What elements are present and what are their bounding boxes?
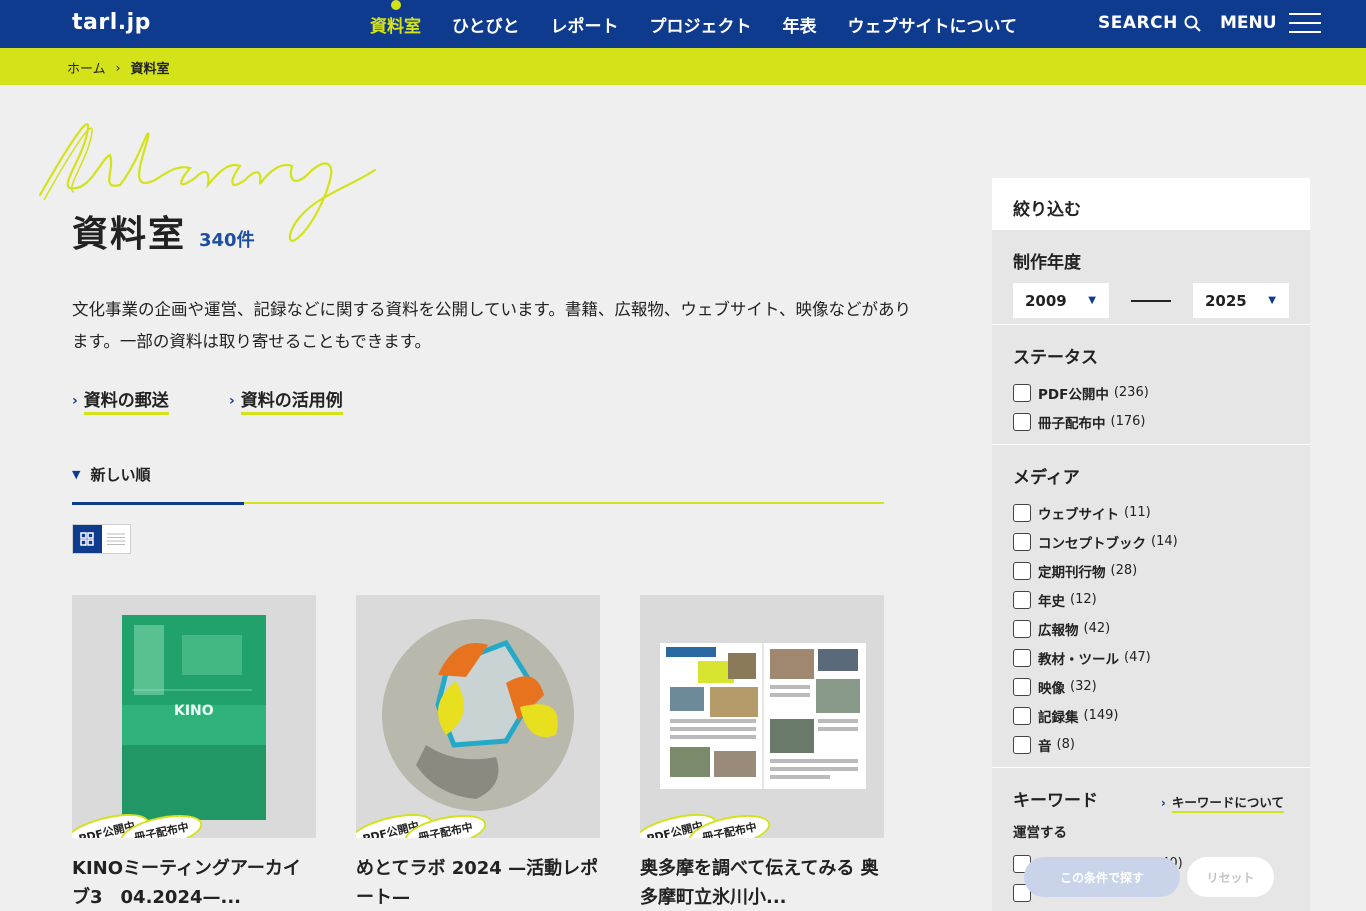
keyword-group-label: 運営する [1013, 825, 1067, 841]
view-toggle [72, 524, 131, 554]
kino-cover-image: KINO [122, 615, 266, 820]
menu-button[interactable]: MENU [1220, 13, 1321, 33]
filter-media-title: メディア [1013, 468, 1080, 488]
sort-dropdown[interactable]: ▼ 新しい順 [72, 464, 150, 485]
media-option[interactable]: コンセプトブック (14) [1013, 527, 1310, 556]
filter-panel: 絞り込む 制作年度 2009 ▼ 2025 ▼ ステータス PDF公開中 (23… [992, 178, 1310, 911]
media-option[interactable]: 定期刊行物 (28) [1013, 556, 1310, 585]
sort-divider-accent [72, 502, 244, 505]
main-nav: 資料室 ひとびと レポート プロジェクト 年表 ウェブサイトについて [370, 0, 1048, 48]
keyword-about-link[interactable]: › キーワードについて [1161, 792, 1284, 813]
filter-status-section: ステータス PDF公開中 (236) 冊子配布中 (176) [992, 324, 1310, 444]
card-thumbnail: PDF公開中 冊子配布中 [640, 595, 884, 838]
search-icon [1184, 15, 1201, 32]
media-option[interactable]: 広報物 (42) [1013, 614, 1310, 643]
link-use-cases[interactable]: › 資料の活用例 [229, 386, 343, 415]
year-from-value: 2009 [1025, 291, 1067, 310]
filter-media-section: メディア ウェブサイト (11) コンセプトブック (14) 定期刊行物 (28) 年… [992, 444, 1310, 767]
year-range-dash [1131, 299, 1171, 302]
nav-item-project[interactable]: プロジェクト [650, 12, 752, 37]
checkbox[interactable] [1013, 677, 1031, 696]
reset-filter-button[interactable]: リセット [1187, 857, 1274, 897]
card-thumbnail: PDF公開中 冊子配布中 [356, 595, 600, 838]
chevron-down-icon: ▼ [1088, 295, 1096, 306]
search-button[interactable]: SEARCH [1098, 13, 1201, 33]
nav-item-library[interactable]: 資料室 [370, 0, 421, 37]
search-label: SEARCH [1098, 13, 1178, 33]
top-navigation-bar: tarl.jp 資料室 ひとびと レポート プロジェクト 年表 ウェブサイトにつ… [0, 0, 1366, 48]
checkbox[interactable] [1013, 532, 1031, 551]
status-option-booklet[interactable]: 冊子配布中 (176) [1013, 407, 1310, 436]
year-to-value: 2025 [1205, 291, 1247, 310]
media-option[interactable]: ウェブサイト (11) [1013, 498, 1310, 527]
menu-label: MENU [1220, 13, 1277, 33]
nav-item-chronology[interactable]: 年表 [783, 12, 817, 37]
media-option[interactable]: 音 (8) [1013, 730, 1310, 759]
chevron-down-icon: ▼ [72, 468, 81, 481]
resource-card[interactable]: PDF公開中 冊子配布中 奥多摩を調べて伝えてみる 奥多摩町立氷川小... [640, 595, 884, 911]
hamburger-icon [1288, 13, 1321, 33]
media-option[interactable]: 年史 (12) [1013, 585, 1310, 614]
year-from-select[interactable]: 2009 ▼ [1013, 283, 1109, 318]
year-to-select[interactable]: 2025 ▼ [1193, 283, 1289, 318]
intro-text: 文化事業の企画や運営、記録などに関する資料を公開しています。書籍、広報物、ウェブ… [72, 300, 912, 351]
chevron-right-icon: › [115, 60, 121, 75]
metote-lab-cover-image [382, 619, 574, 811]
chevron-right-icon: › [72, 392, 78, 409]
checkbox[interactable] [1013, 561, 1031, 580]
nav-item-about[interactable]: ウェブサイトについて [848, 12, 1018, 37]
filter-status-title: ステータス [1013, 348, 1098, 368]
list-icon [106, 533, 125, 545]
card-title: KINOミーティングアーカイブ3 04.2024—... [72, 858, 301, 908]
grid-icon [80, 532, 94, 546]
active-indicator-dot [390, 0, 401, 10]
media-option[interactable]: 教材・ツール (47) [1013, 643, 1310, 672]
card-thumbnail: KINO PDF公開中 冊子配布中 [72, 595, 316, 838]
resource-card[interactable]: KINO PDF公開中 冊子配布中 KINOミーティングアーカイブ3 04.20… [72, 595, 316, 911]
link-use-cases-label: 資料の活用例 [240, 386, 343, 415]
breadcrumb-home[interactable]: ホーム [67, 58, 106, 77]
nav-item-people[interactable]: ひとびと [452, 12, 520, 37]
filter-year-title: 制作年度 [1013, 253, 1081, 273]
page-title: 資料室 [72, 214, 187, 255]
chevron-right-icon: › [229, 392, 235, 409]
card-title: めとてラボ 2024 —活動レポート— [356, 858, 599, 908]
list-view-button[interactable] [102, 525, 131, 553]
checkbox[interactable] [1013, 383, 1031, 402]
okutama-cover-image [660, 643, 866, 789]
media-option[interactable]: 映像 (32) [1013, 672, 1310, 701]
site-logo[interactable]: tarl.jp [72, 10, 151, 35]
nav-item-report[interactable]: レポート [551, 12, 619, 37]
chevron-right-icon: › [1160, 795, 1166, 810]
chevron-down-icon: ▼ [1268, 295, 1276, 306]
card-title: 奥多摩を調べて伝えてみる 奥多摩町立氷川小... [640, 858, 879, 908]
resource-card[interactable]: PDF公開中 冊子配布中 めとてラボ 2024 —活動レポート— [356, 595, 600, 911]
breadcrumb-current: 資料室 [130, 62, 170, 77]
checkbox[interactable] [1013, 706, 1031, 725]
checkbox[interactable] [1013, 735, 1031, 754]
filter-year-section: 制作年度 2009 ▼ 2025 ▼ [992, 229, 1310, 324]
checkbox[interactable] [1013, 648, 1031, 667]
nav-item-label: 資料室 [370, 16, 421, 37]
link-mailing[interactable]: › 資料の郵送 [72, 386, 169, 415]
grid-view-button[interactable] [73, 525, 102, 553]
breadcrumb: ホーム › 資料室 [67, 58, 170, 78]
result-count: 340件 [199, 230, 255, 251]
checkbox[interactable] [1013, 619, 1031, 638]
media-option[interactable]: 記録集 (149) [1013, 701, 1310, 730]
checkbox[interactable] [1013, 503, 1031, 522]
status-option-pdf[interactable]: PDF公開中 (236) [1013, 378, 1310, 407]
checkbox[interactable] [1013, 412, 1031, 431]
checkbox[interactable] [1013, 590, 1031, 609]
filter-panel-title: 絞り込む [992, 178, 1310, 229]
sort-label: 新しい順 [90, 466, 151, 484]
apply-filter-button[interactable]: この条件で探す [1024, 857, 1180, 897]
breadcrumb-bar: ホーム › 資料室 [0, 48, 1366, 85]
svg-text:KINO: KINO [174, 703, 214, 719]
link-mailing-label: 資料の郵送 [83, 386, 169, 415]
